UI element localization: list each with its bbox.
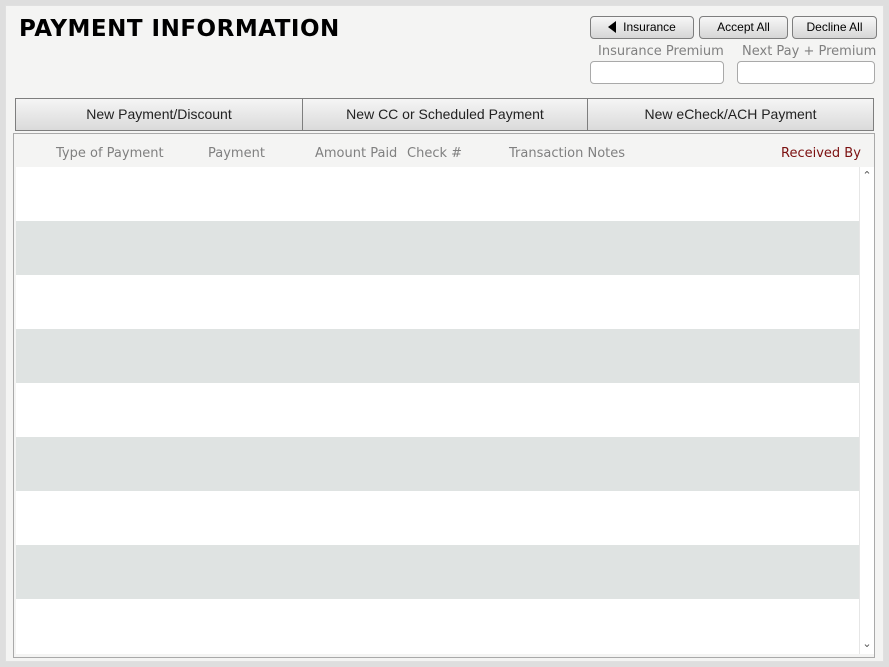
insurance-button-label: Insurance xyxy=(623,20,676,34)
table-scrollbar[interactable]: ⌃ ⌄ xyxy=(859,167,874,654)
chevron-down-icon[interactable]: ⌄ xyxy=(860,637,874,650)
col-header-type-of-payment: Type of Payment xyxy=(56,146,164,161)
decline-all-button[interactable]: Decline All xyxy=(792,16,877,39)
triangle-left-icon xyxy=(608,20,617,33)
col-header-check-number: Check # xyxy=(407,146,463,161)
table-row[interactable] xyxy=(16,599,859,653)
table-body xyxy=(16,167,859,654)
table-row[interactable] xyxy=(16,221,859,275)
insurance-premium-field[interactable] xyxy=(590,61,724,84)
col-header-transaction-notes: Transaction Notes xyxy=(509,146,626,161)
accept-all-button[interactable]: Accept All xyxy=(699,16,788,39)
insurance-back-button[interactable]: Insurance xyxy=(590,16,694,39)
new-cc-scheduled-payment-button[interactable]: New CC or Scheduled Payment xyxy=(302,98,588,131)
col-header-payment: Payment xyxy=(208,146,265,161)
table-row[interactable] xyxy=(16,167,859,221)
table-row[interactable] xyxy=(16,545,859,599)
table-row[interactable] xyxy=(16,329,859,383)
table-row[interactable] xyxy=(16,437,859,491)
next-pay-premium-field[interactable] xyxy=(737,61,875,84)
next-pay-premium-label: Next Pay + Premium xyxy=(742,44,877,59)
col-header-received-by: Received By xyxy=(781,146,861,161)
new-echeck-ach-payment-button[interactable]: New eCheck/ACH Payment xyxy=(587,98,874,131)
table-row[interactable] xyxy=(16,275,859,329)
col-header-amount-paid: Amount Paid xyxy=(315,146,398,161)
page-title: PAYMENT INFORMATION xyxy=(19,16,340,42)
insurance-premium-label: Insurance Premium xyxy=(598,44,724,59)
chevron-up-icon[interactable]: ⌃ xyxy=(860,169,874,182)
table-row[interactable] xyxy=(16,383,859,437)
new-payment-discount-button[interactable]: New Payment/Discount xyxy=(15,98,303,131)
table-row[interactable] xyxy=(16,491,859,545)
